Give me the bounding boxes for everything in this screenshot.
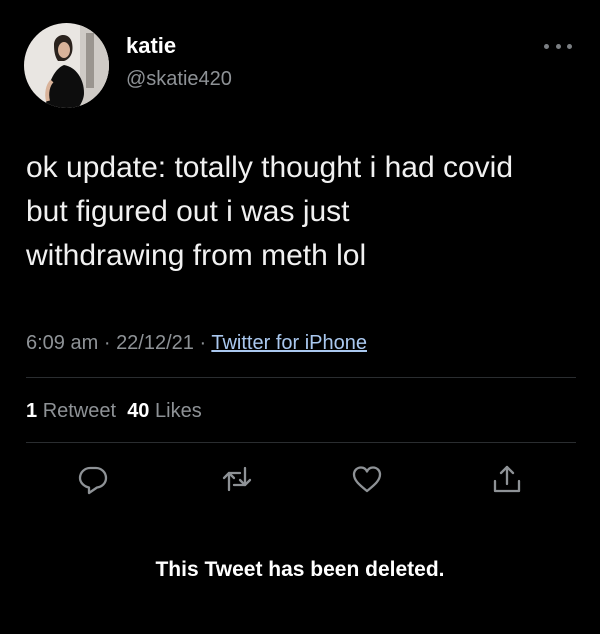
- tweet-metadata: 6:09 am · 22/12/21 · Twitter for iPhone: [26, 330, 367, 356]
- tweet-source-link[interactable]: Twitter for iPhone: [211, 332, 367, 354]
- retweet-button[interactable]: [220, 462, 254, 496]
- like-icon: [352, 466, 382, 493]
- avatar[interactable]: [24, 23, 109, 108]
- tweet-date: 22/12/21: [116, 332, 194, 354]
- likes-label: Likes: [155, 400, 202, 422]
- likes-count: 40: [127, 400, 150, 422]
- retweets-stat[interactable]: 1 Retweet: [26, 400, 116, 422]
- tweet-card: katie @skatie420 ok update: totally thou…: [0, 0, 600, 634]
- tweet-text: ok update: totally thought i had covid b…: [26, 151, 514, 272]
- reply-button[interactable]: [76, 462, 110, 496]
- retweet-icon: [222, 466, 252, 492]
- tweet-time: 6:09 am: [26, 332, 99, 354]
- meta-separator: ·: [103, 332, 111, 354]
- user-handle[interactable]: @skatie420: [126, 66, 232, 92]
- share-button[interactable]: [490, 462, 524, 496]
- divider: [26, 377, 576, 378]
- likes-stat[interactable]: 40 Likes: [127, 400, 202, 422]
- tweet-stats: 1 Retweet 40 Likes: [26, 398, 202, 424]
- deleted-notice: This Tweet has been deleted.: [155, 558, 445, 581]
- like-button[interactable]: [350, 462, 384, 496]
- reply-icon: [78, 466, 108, 495]
- more-options-icon[interactable]: [540, 36, 576, 56]
- retweets-count: 1: [26, 400, 38, 422]
- divider: [26, 442, 576, 443]
- meta-separator: ·: [199, 332, 207, 354]
- share-icon: [493, 465, 521, 493]
- retweets-label: Retweet: [42, 400, 117, 422]
- display-name[interactable]: katie: [126, 32, 176, 60]
